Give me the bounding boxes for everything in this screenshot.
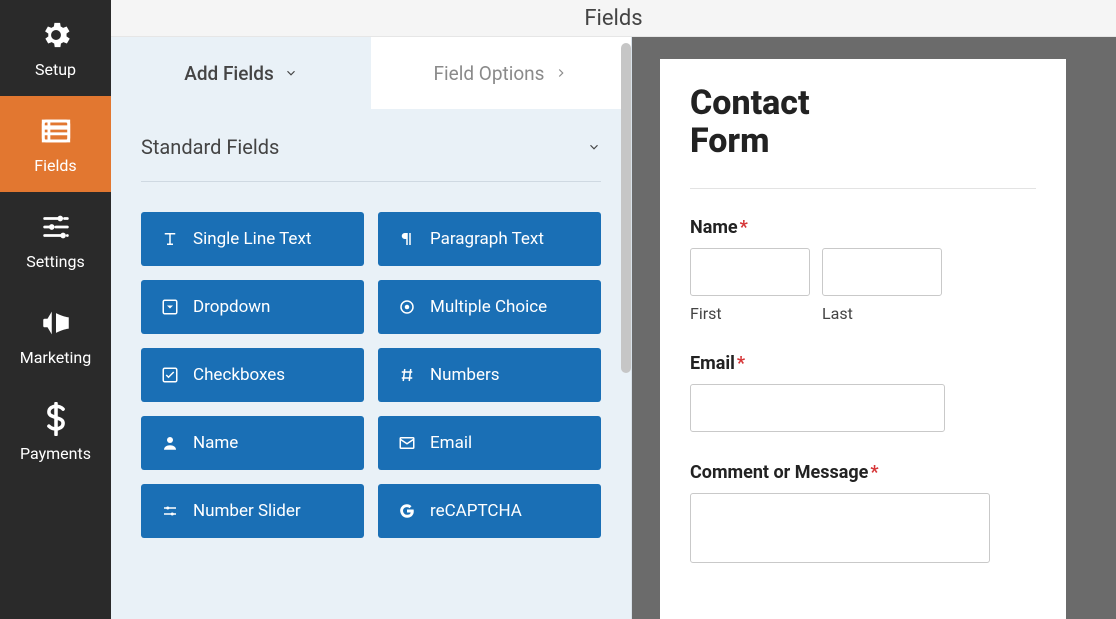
nav-marketing[interactable]: Marketing (0, 288, 111, 384)
first-sublabel: First (690, 304, 810, 323)
google-icon (398, 502, 416, 520)
field-multiple-choice[interactable]: Multiple Choice (378, 280, 601, 334)
field-email[interactable]: Email (378, 416, 601, 470)
chevron-right-icon (554, 66, 568, 80)
page-title: Fields (584, 6, 642, 31)
section-title: Standard Fields (141, 135, 279, 159)
user-icon (161, 434, 179, 452)
section-header[interactable]: Standard Fields (141, 135, 601, 182)
form-field-comment: Comment or Message* (690, 462, 1036, 563)
main: Fields Add Fields Field Options Standard… (111, 0, 1116, 619)
field-number-slider[interactable]: Number Slider (141, 484, 364, 538)
tab-add-fields-label: Add Fields (184, 62, 274, 85)
field-label: Numbers (430, 365, 500, 385)
nav-setup[interactable]: Setup (0, 0, 111, 96)
field-label: Checkboxes (193, 365, 285, 385)
fields-panel: Add Fields Field Options Standard Fields… (111, 37, 632, 619)
dollar-icon (39, 402, 73, 436)
paragraph-icon (398, 230, 416, 248)
sidebar: Setup Fields Settings Marketing Payments (0, 0, 111, 619)
field-label: Number Slider (193, 501, 301, 521)
radio-icon (398, 298, 416, 316)
page-header: Fields (111, 0, 1116, 37)
field-buttons-grid: Single Line Text Paragraph Text Dropdown… (111, 212, 631, 568)
hash-icon (398, 366, 416, 384)
caret-square-icon (161, 298, 179, 316)
first-name-input[interactable] (690, 248, 810, 296)
email-label: Email* (690, 353, 1036, 374)
email-input[interactable] (690, 384, 945, 432)
tab-add-fields[interactable]: Add Fields (111, 37, 371, 109)
field-numbers[interactable]: Numbers (378, 348, 601, 402)
required-asterisk: * (737, 353, 745, 374)
field-label: Single Line Text (193, 229, 311, 249)
form-preview: Contact Form Name* First Last (660, 59, 1066, 619)
field-name[interactable]: Name (141, 416, 364, 470)
last-name-input[interactable] (822, 248, 942, 296)
sliders-icon (161, 502, 179, 520)
tab-field-options[interactable]: Field Options (371, 37, 631, 109)
preview-area: Contact Form Name* First Last (632, 37, 1116, 619)
name-label: Name* (690, 217, 1036, 238)
field-paragraph-text[interactable]: Paragraph Text (378, 212, 601, 266)
check-square-icon (161, 366, 179, 384)
bullhorn-icon (39, 306, 73, 340)
field-checkboxes[interactable]: Checkboxes (141, 348, 364, 402)
envelope-icon (398, 434, 416, 452)
form-field-name: Name* First Last (690, 217, 1036, 323)
nav-payments[interactable]: Payments (0, 384, 111, 480)
field-label: Dropdown (193, 297, 270, 317)
list-icon (39, 114, 73, 148)
standard-fields-section: Standard Fields (111, 109, 631, 212)
nav-payments-label: Payments (20, 444, 91, 463)
form-field-email: Email* (690, 353, 1036, 432)
last-sublabel: Last (822, 304, 942, 323)
field-label: Paragraph Text (430, 229, 544, 249)
required-asterisk: * (740, 217, 748, 238)
field-label: Email (430, 433, 472, 453)
chevron-down-icon (587, 140, 601, 154)
field-recaptcha[interactable]: reCAPTCHA (378, 484, 601, 538)
nav-setup-label: Setup (35, 60, 76, 79)
comment-textarea[interactable] (690, 493, 990, 563)
field-label: Name (193, 433, 238, 453)
sliders-icon (39, 210, 73, 244)
comment-label: Comment or Message* (690, 462, 1036, 483)
panel-tabs: Add Fields Field Options (111, 37, 631, 109)
field-label: reCAPTCHA (430, 501, 522, 521)
text-icon (161, 230, 179, 248)
body: Add Fields Field Options Standard Fields… (111, 37, 1116, 619)
required-asterisk: * (870, 462, 878, 483)
form-title: Contact Form (690, 85, 1036, 189)
nav-fields-label: Fields (34, 156, 76, 175)
gear-icon (39, 18, 73, 52)
form-title-line2: Form (690, 121, 769, 161)
nav-fields[interactable]: Fields (0, 96, 111, 192)
tab-field-options-label: Field Options (434, 62, 545, 85)
field-label: Multiple Choice (430, 297, 547, 317)
form-title-line1: Contact (690, 83, 810, 123)
nav-settings[interactable]: Settings (0, 192, 111, 288)
field-single-line-text[interactable]: Single Line Text (141, 212, 364, 266)
nav-marketing-label: Marketing (20, 348, 91, 367)
field-dropdown[interactable]: Dropdown (141, 280, 364, 334)
panel-scrollbar[interactable] (621, 43, 631, 373)
nav-settings-label: Settings (26, 252, 84, 271)
chevron-down-icon (284, 66, 298, 80)
